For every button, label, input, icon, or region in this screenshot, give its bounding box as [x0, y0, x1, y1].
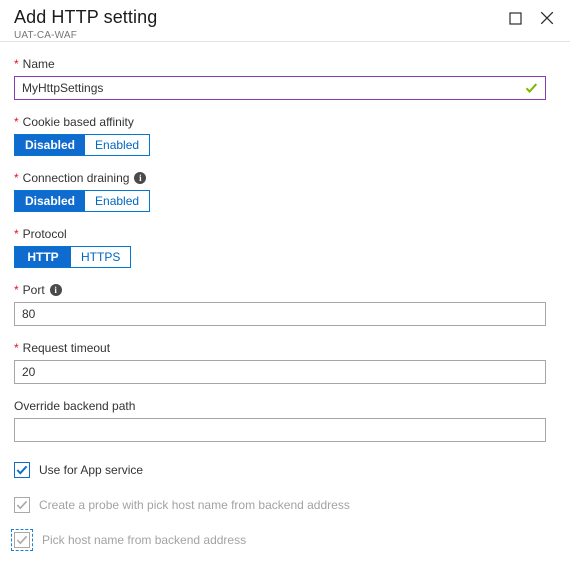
protocol-option-https[interactable]: HTTPS [71, 247, 131, 267]
label-override-backend-path-text: Override backend path [14, 399, 136, 413]
close-button[interactable] [534, 6, 560, 30]
request-timeout-input-wrap [14, 360, 546, 384]
checkbox-row-create-probe: Create a probe with pick host name from … [14, 497, 556, 513]
protocol-option-http[interactable]: HTTP [15, 247, 71, 267]
required-asterisk: * [14, 57, 19, 71]
label-cookie-based-affinity: * Cookie based affinity [14, 114, 556, 130]
use-for-app-service-label: Use for App service [39, 463, 144, 477]
label-request-timeout: * Request timeout [14, 340, 556, 356]
field-request-timeout: * Request timeout [14, 340, 556, 384]
required-asterisk: * [14, 341, 19, 355]
toggle-protocol: HTTP HTTPS [14, 246, 132, 268]
create-probe-label: Create a probe with pick host name from … [39, 498, 350, 512]
create-probe-checkbox [14, 497, 30, 513]
label-override-backend-path: Override backend path [14, 398, 556, 414]
label-name: * Name [14, 56, 556, 72]
field-override-backend-path: Override backend path [14, 398, 556, 442]
page-subtitle: UAT-CA-WAF [14, 30, 78, 41]
request-timeout-input[interactable] [14, 360, 546, 384]
blade-header: Add HTTP setting UAT-CA-WAF [0, 0, 570, 42]
name-input-wrap [14, 76, 546, 100]
port-input[interactable] [14, 302, 546, 326]
checkmark-icon [16, 465, 28, 475]
use-for-app-service-checkbox[interactable] [14, 462, 30, 478]
required-asterisk: * [14, 171, 19, 185]
info-icon[interactable]: i [49, 284, 62, 296]
info-icon[interactable]: i [134, 172, 147, 184]
field-port: * Port i [14, 282, 556, 326]
label-cookie-based-affinity-text: Cookie based affinity [22, 115, 134, 129]
label-protocol-text: Protocol [22, 227, 67, 241]
name-input[interactable] [14, 76, 546, 100]
field-cookie-based-affinity: * Cookie based affinity Disabled Enabled [14, 114, 556, 156]
checkmark-icon [16, 535, 28, 545]
close-icon [540, 11, 554, 25]
toggle-connection-draining: Disabled Enabled [14, 190, 151, 212]
checkbox-row-use-for-app-service[interactable]: Use for App service [14, 462, 556, 478]
label-connection-draining-text: Connection draining [22, 171, 130, 185]
field-protocol: * Protocol HTTP HTTPS [14, 226, 556, 268]
label-request-timeout-text: Request timeout [22, 341, 111, 355]
connection-draining-option-disabled[interactable]: Disabled [15, 191, 86, 211]
override-backend-path-input-wrap [14, 418, 546, 442]
focus-ring [11, 529, 33, 551]
checkmark-icon [16, 500, 28, 510]
required-asterisk: * [14, 283, 19, 297]
override-backend-path-input[interactable] [14, 418, 546, 442]
checkbox-row-pick-host-name: Pick host name from backend address [11, 529, 556, 551]
maximize-icon [508, 11, 522, 25]
field-connection-draining: * Connection draining i Disabled Enabled [14, 170, 556, 212]
pick-host-name-label: Pick host name from backend address [42, 533, 247, 547]
connection-draining-option-enabled[interactable]: Enabled [85, 191, 150, 211]
http-setting-form: * Name * Cookie based affinity Disabled [0, 42, 570, 551]
label-port: * Port i [14, 282, 556, 298]
label-protocol: * Protocol [14, 226, 556, 242]
add-http-setting-blade: Add HTTP setting UAT-CA-WAF * Name MyHtt… [0, 0, 570, 565]
required-asterisk: * [14, 115, 19, 129]
label-connection-draining: * Connection draining i [14, 170, 556, 186]
field-name: * Name [14, 56, 556, 100]
cookie-affinity-option-enabled[interactable]: Enabled [85, 135, 150, 155]
toggle-cookie-based-affinity: Disabled Enabled [14, 134, 151, 156]
cookie-affinity-option-disabled[interactable]: Disabled [15, 135, 86, 155]
pick-host-name-checkbox [14, 532, 30, 548]
required-asterisk: * [14, 227, 19, 241]
port-input-wrap [14, 302, 546, 326]
checkbox-group: Use for App service Create a probe with … [11, 462, 556, 551]
maximize-button[interactable] [502, 6, 528, 30]
window-controls [502, 6, 560, 30]
page-title: Add HTTP setting [14, 7, 158, 27]
label-port-text: Port [22, 283, 45, 297]
label-name-text: Name [22, 57, 55, 71]
